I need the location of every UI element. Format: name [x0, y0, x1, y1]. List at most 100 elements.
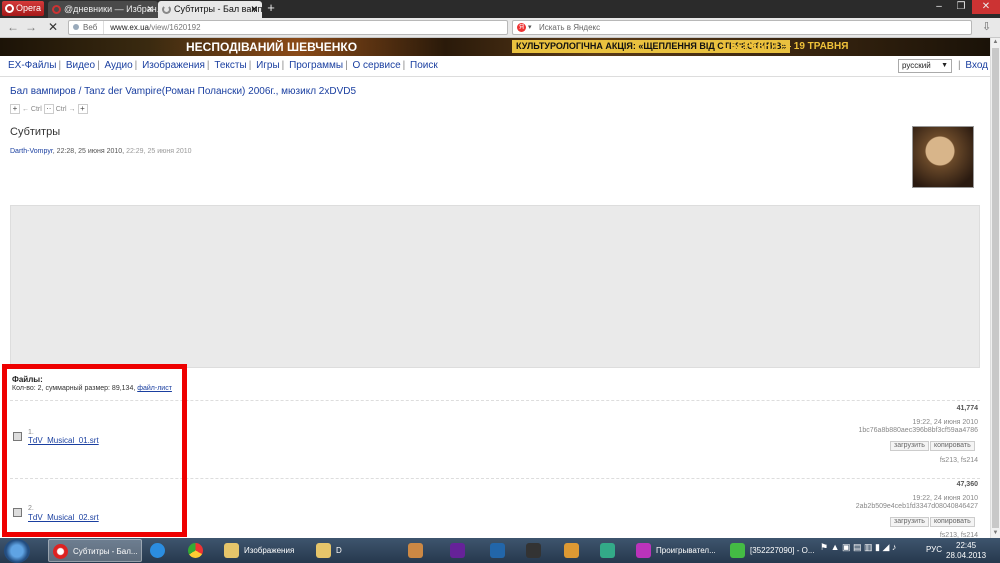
opera-menu-button[interactable]: Opera: [2, 1, 44, 16]
opera-icon: [53, 544, 68, 559]
close-tab-icon[interactable]: ✕: [250, 1, 258, 18]
plus-icon[interactable]: +: [77, 104, 88, 114]
taskbar-item-media[interactable]: [446, 539, 474, 562]
taskbar-item-triangle[interactable]: [596, 539, 624, 562]
scroll-up-icon[interactable]: ▲: [991, 38, 1000, 47]
opera-logo-icon: [5, 4, 14, 13]
new-tab-button[interactable]: +: [264, 1, 278, 16]
clock-time: 22:45: [956, 541, 977, 550]
file-hash: 2ab2b509e4ceb1fd3347d08040846427: [855, 503, 978, 510]
system-tray[interactable]: ⚑ ▲ ▣ ▤ ▥ ▮ ◢ ♪: [820, 542, 896, 553]
language-value: русский: [902, 61, 931, 70]
url-host: www.ex.ua: [110, 23, 149, 32]
language-indicator[interactable]: РУС: [926, 545, 942, 554]
taskbar-item-lotus[interactable]: [560, 539, 588, 562]
nav-about[interactable]: О сервисе: [352, 60, 400, 71]
site-nav: EX-Файлы | Видео | Аудио | Изображения | Тек…: [0, 57, 990, 77]
nav-programs[interactable]: Программы: [289, 60, 343, 71]
nav-texts[interactable]: Тексты: [214, 60, 246, 71]
close-window-icon[interactable]: ✕: [972, 0, 1000, 14]
taskbar-item-d[interactable]: D: [312, 539, 398, 562]
taskbar-item-images[interactable]: Изображения: [220, 539, 306, 562]
media-app-icon: [450, 543, 465, 558]
prev-label[interactable]: ← Ctrl: [22, 106, 42, 113]
close-tab-icon[interactable]: ✕: [146, 1, 154, 18]
browser-tab-bar: Opera @дневники — Избран... ✕ Субтитры -…: [0, 0, 1000, 18]
nav-images[interactable]: Изображения: [142, 60, 205, 71]
nav-audio[interactable]: Аудио: [104, 60, 132, 71]
folder-icon: [224, 543, 239, 558]
back-icon[interactable]: ←: [6, 20, 20, 34]
scrollbar-thumb[interactable]: [992, 48, 999, 528]
file-date: 19:22, 24 июня 2010: [912, 495, 978, 502]
chrome-icon: [188, 543, 203, 558]
address-field[interactable]: Веб www.ex.ua/view/1620192: [68, 20, 508, 35]
taskbar-item-fe[interactable]: [486, 539, 514, 562]
download-icon[interactable]: ⇩: [982, 21, 994, 33]
url-text: www.ex.ua/view/1620192: [104, 23, 200, 32]
fe-app-icon: [490, 543, 505, 558]
nav-video[interactable]: Видео: [66, 60, 95, 71]
copy-button[interactable]: копировать: [930, 441, 975, 451]
banner-left-text: НЕСПОДІВАНИЙ ШЕВЧЕНКО: [186, 39, 357, 55]
chevron-down-icon: ▼: [941, 62, 948, 69]
minimize-icon[interactable]: –: [928, 0, 950, 14]
plus-icon[interactable]: +: [10, 104, 20, 114]
eye-app-icon: [408, 543, 423, 558]
triangle-app-icon: [600, 543, 615, 558]
next-label[interactable]: Ctrl →: [56, 106, 76, 113]
login-link-wrap: | Вход: [958, 60, 989, 71]
ad-banner[interactable]: НЕСПОДІВАНИЙ ШЕВЧЕНКО КУЛЬТУРОЛОГІЧНА АК…: [0, 38, 990, 56]
scroll-down-icon[interactable]: ▼: [991, 529, 1000, 538]
download-button[interactable]: загрузить: [890, 517, 929, 527]
tab-diaries[interactable]: @дневники — Избран... ✕: [48, 1, 158, 18]
banner-left-a: НЕСПОДІВАНИЙ: [186, 40, 284, 54]
start-button[interactable]: [4, 539, 30, 563]
forward-icon[interactable]: →: [24, 20, 38, 34]
loading-icon: [162, 5, 171, 14]
nav-search[interactable]: Поиск: [410, 60, 438, 71]
language-select[interactable]: русский ▼: [898, 59, 952, 73]
up-dots-icon[interactable]: ··: [43, 104, 54, 114]
taskbar-item-cursor[interactable]: [522, 539, 550, 562]
url-path: /view/1620192: [148, 23, 201, 32]
search-field[interactable]: Я ▾ Искать в Яндекс: [512, 20, 972, 35]
file-date: 19:22, 24 июня 2010: [912, 419, 978, 426]
maximize-icon[interactable]: ❐: [950, 0, 972, 14]
taskbar-item-ie[interactable]: [146, 539, 174, 562]
copy-button[interactable]: копировать: [930, 517, 975, 527]
internet-explorer-icon: [150, 543, 165, 558]
breadcrumb[interactable]: Бал вампиров / Tanz der Vampire(Роман По…: [10, 86, 356, 97]
taskbar-item-opera[interactable]: Субтитры - Бал...: [48, 539, 142, 562]
edited-date: 22:29, 25 июня 2010: [126, 148, 192, 155]
opera-menu-label: Opera: [16, 3, 42, 13]
author-link[interactable]: Darth-Vompyr: [10, 148, 53, 155]
file-servers: fs213, fs214: [939, 457, 978, 464]
banner-right-text: 1 БЕРЕЗНЯ — 19 ТРАВНЯ: [722, 41, 849, 52]
clock-date: 28.04.2013: [946, 551, 987, 560]
logo-link[interactable]: EX-Файлы: [8, 60, 56, 71]
stop-icon[interactable]: ✕: [46, 20, 60, 34]
folder-icon: [316, 543, 331, 558]
nav-games[interactable]: Игры: [256, 60, 280, 71]
tab-label: Субтитры - Бал вампи...: [174, 4, 262, 14]
player-icon: [636, 543, 651, 558]
clock[interactable]: 22:45 28.04.2013: [946, 541, 986, 561]
post-meta: Darth-Vompyr, 22:28, 25 июня 2010, 22:29…: [10, 148, 192, 155]
address-prefix: Веб: [69, 21, 105, 34]
yandex-icon: Я: [517, 23, 526, 32]
taskbar-item-player[interactable]: Проигрывател...: [632, 539, 722, 562]
file-size: 41,774: [956, 405, 978, 412]
tab-subtitles[interactable]: Субтитры - Бал вампи... ✕: [158, 1, 262, 18]
address-toolbar: ← → ✕ Веб www.ex.ua/view/1620192 Я ▾ Иска…: [0, 18, 1000, 38]
taskbar-item-chrome[interactable]: [184, 539, 212, 562]
taskbar-item-eye[interactable]: [404, 539, 432, 562]
ctrl-navigation: + ← Ctrl ·· Ctrl → +: [10, 104, 88, 114]
lotus-app-icon: [564, 543, 579, 558]
author-avatar: [912, 126, 974, 188]
login-link[interactable]: Вход: [965, 60, 988, 71]
download-button[interactable]: загрузить: [890, 441, 929, 451]
page-scrollbar[interactable]: ▲ ▼: [990, 38, 1000, 538]
taskbar-item-icq[interactable]: [352227090] - О...: [726, 539, 816, 562]
chevron-down-icon[interactable]: ▾: [528, 21, 532, 34]
